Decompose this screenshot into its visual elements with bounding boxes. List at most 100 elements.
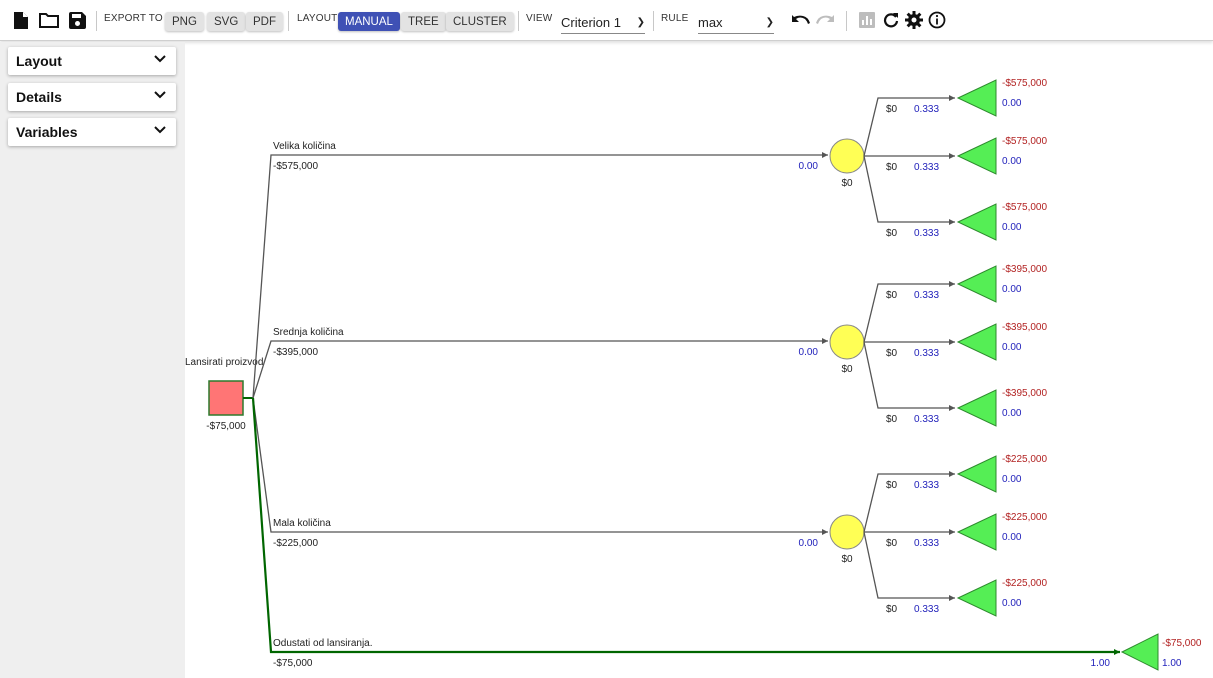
terminal-node[interactable] — [956, 323, 997, 361]
edge-arrow — [822, 152, 828, 158]
terminal-payoff: -$395,000 — [1002, 322, 1047, 333]
edge-arrow — [949, 281, 955, 287]
tree-edge[interactable] — [863, 155, 955, 223]
branch-label: Velika količina — [273, 141, 336, 152]
panel-title: Layout — [16, 53, 62, 69]
settings-icon[interactable] — [903, 9, 925, 31]
branch-probability: 0.00 — [799, 538, 819, 549]
outcome-probability: 0.333 — [914, 228, 939, 239]
outcome-payoff: $0 — [886, 538, 898, 549]
terminal-probability: 0.00 — [1002, 284, 1022, 295]
export-png-button[interactable]: PNG — [165, 12, 204, 31]
rule-select[interactable]: max ❯ — [698, 11, 774, 34]
tree-edge[interactable] — [863, 473, 955, 533]
toolbar-separator — [653, 11, 654, 31]
chance-value: $0 — [841, 364, 853, 375]
terminal-probability: 0.00 — [1002, 532, 1022, 543]
tree-edge[interactable] — [863, 341, 955, 409]
outcome-probability: 0.333 — [914, 162, 939, 173]
new-file-icon[interactable] — [10, 9, 32, 31]
edge-arrow — [949, 95, 955, 101]
layout-manual-button[interactable]: MANUAL — [338, 12, 400, 31]
terminal-payoff: -$225,000 — [1002, 454, 1047, 465]
chevron-down-icon — [154, 91, 166, 99]
terminal-probability: 0.00 — [1002, 474, 1022, 485]
outcome-probability: 0.333 — [914, 480, 939, 491]
terminal-probability: 0.00 — [1002, 342, 1022, 353]
edge-arrow — [949, 405, 955, 411]
toolbar: EXPORT TO PNG SVG PDF LAYOUT MANUAL TREE… — [0, 0, 1213, 41]
terminal-node[interactable] — [1120, 633, 1159, 671]
branch-payoff: -$75,000 — [273, 658, 313, 669]
outcome-probability: 0.333 — [914, 348, 939, 359]
info-icon[interactable] — [926, 9, 948, 31]
layout-label: LAYOUT — [297, 13, 338, 24]
layout-tree-button[interactable]: TREE — [401, 12, 446, 31]
terminal-payoff: -$225,000 — [1002, 578, 1047, 589]
toolbar-separator — [288, 11, 289, 31]
refresh-icon[interactable] — [880, 9, 902, 31]
terminal-node[interactable] — [956, 137, 997, 175]
chance-node[interactable] — [829, 138, 865, 174]
view-select[interactable]: Criterion 1 ❯ — [561, 11, 645, 34]
open-folder-icon[interactable] — [38, 9, 60, 31]
chance-node[interactable] — [829, 324, 865, 360]
terminal-node[interactable] — [956, 265, 997, 303]
tree-edge[interactable] — [252, 154, 828, 399]
terminal-probability: 1.00 — [1162, 658, 1182, 669]
decision-node[interactable] — [208, 380, 244, 416]
tree-edge[interactable] — [863, 283, 955, 343]
terminal-node[interactable] — [956, 579, 997, 617]
redo-icon[interactable] — [815, 9, 837, 31]
outcome-payoff: $0 — [886, 290, 898, 301]
terminal-probability: 0.00 — [1002, 98, 1022, 109]
outcome-probability: 0.333 — [914, 538, 939, 549]
export-svg-button[interactable]: SVG — [207, 12, 246, 31]
edge-arrow — [949, 339, 955, 345]
tree-edge[interactable] — [863, 97, 955, 157]
terminal-node[interactable] — [956, 79, 997, 117]
branch-payoff: -$575,000 — [273, 161, 318, 172]
outcome-payoff: $0 — [886, 348, 898, 359]
save-icon[interactable] — [66, 9, 88, 31]
outcome-probability: 0.333 — [914, 414, 939, 425]
branch-probability: 1.00 — [1091, 658, 1111, 669]
terminal-probability: 0.00 — [1002, 222, 1022, 233]
branch-payoff: -$225,000 — [273, 538, 318, 549]
branch-label: Odustati od lansiranja. — [273, 638, 373, 649]
panel-variables[interactable]: Variables — [8, 118, 176, 146]
panel-layout[interactable]: Layout — [8, 47, 176, 75]
edge-arrow — [949, 529, 955, 535]
terminal-payoff: -$225,000 — [1002, 512, 1047, 523]
view-label: VIEW — [526, 13, 553, 24]
branch-label: Mala količina — [273, 518, 331, 529]
decision-tree-canvas[interactable]: Lansirati proizvod -$75,000 Velika količin… — [185, 42, 1213, 678]
outcome-payoff: $0 — [886, 480, 898, 491]
terminal-node[interactable] — [956, 389, 997, 427]
branch-probability: 0.00 — [799, 347, 819, 358]
terminal-node[interactable] — [956, 203, 997, 241]
bar-chart-icon[interactable] — [856, 9, 878, 31]
outcome-payoff: $0 — [886, 414, 898, 425]
terminal-node[interactable] — [956, 455, 997, 493]
decision-label: Lansirati proizvod — [185, 357, 263, 368]
layout-cluster-button[interactable]: CLUSTER — [446, 12, 514, 31]
chevron-down-icon: ❯ — [636, 16, 645, 28]
tree-edge[interactable] — [252, 340, 828, 399]
tree-edge[interactable] — [863, 531, 955, 599]
panel-details[interactable]: Details — [8, 83, 176, 111]
panel-title: Details — [16, 89, 62, 105]
tree-edge[interactable] — [252, 397, 828, 533]
panel-title: Variables — [16, 124, 78, 140]
outcome-probability: 0.333 — [914, 604, 939, 615]
export-pdf-button[interactable]: PDF — [246, 12, 283, 31]
toolbar-separator — [518, 11, 519, 31]
edge-arrow — [949, 219, 955, 225]
chevron-down-icon: ❯ — [765, 16, 774, 28]
outcome-payoff: $0 — [886, 604, 898, 615]
outcome-payoff: $0 — [886, 104, 898, 115]
chance-node[interactable] — [829, 514, 865, 550]
undo-icon[interactable] — [789, 9, 811, 31]
terminal-node[interactable] — [956, 513, 997, 551]
terminal-payoff: -$575,000 — [1002, 136, 1047, 147]
